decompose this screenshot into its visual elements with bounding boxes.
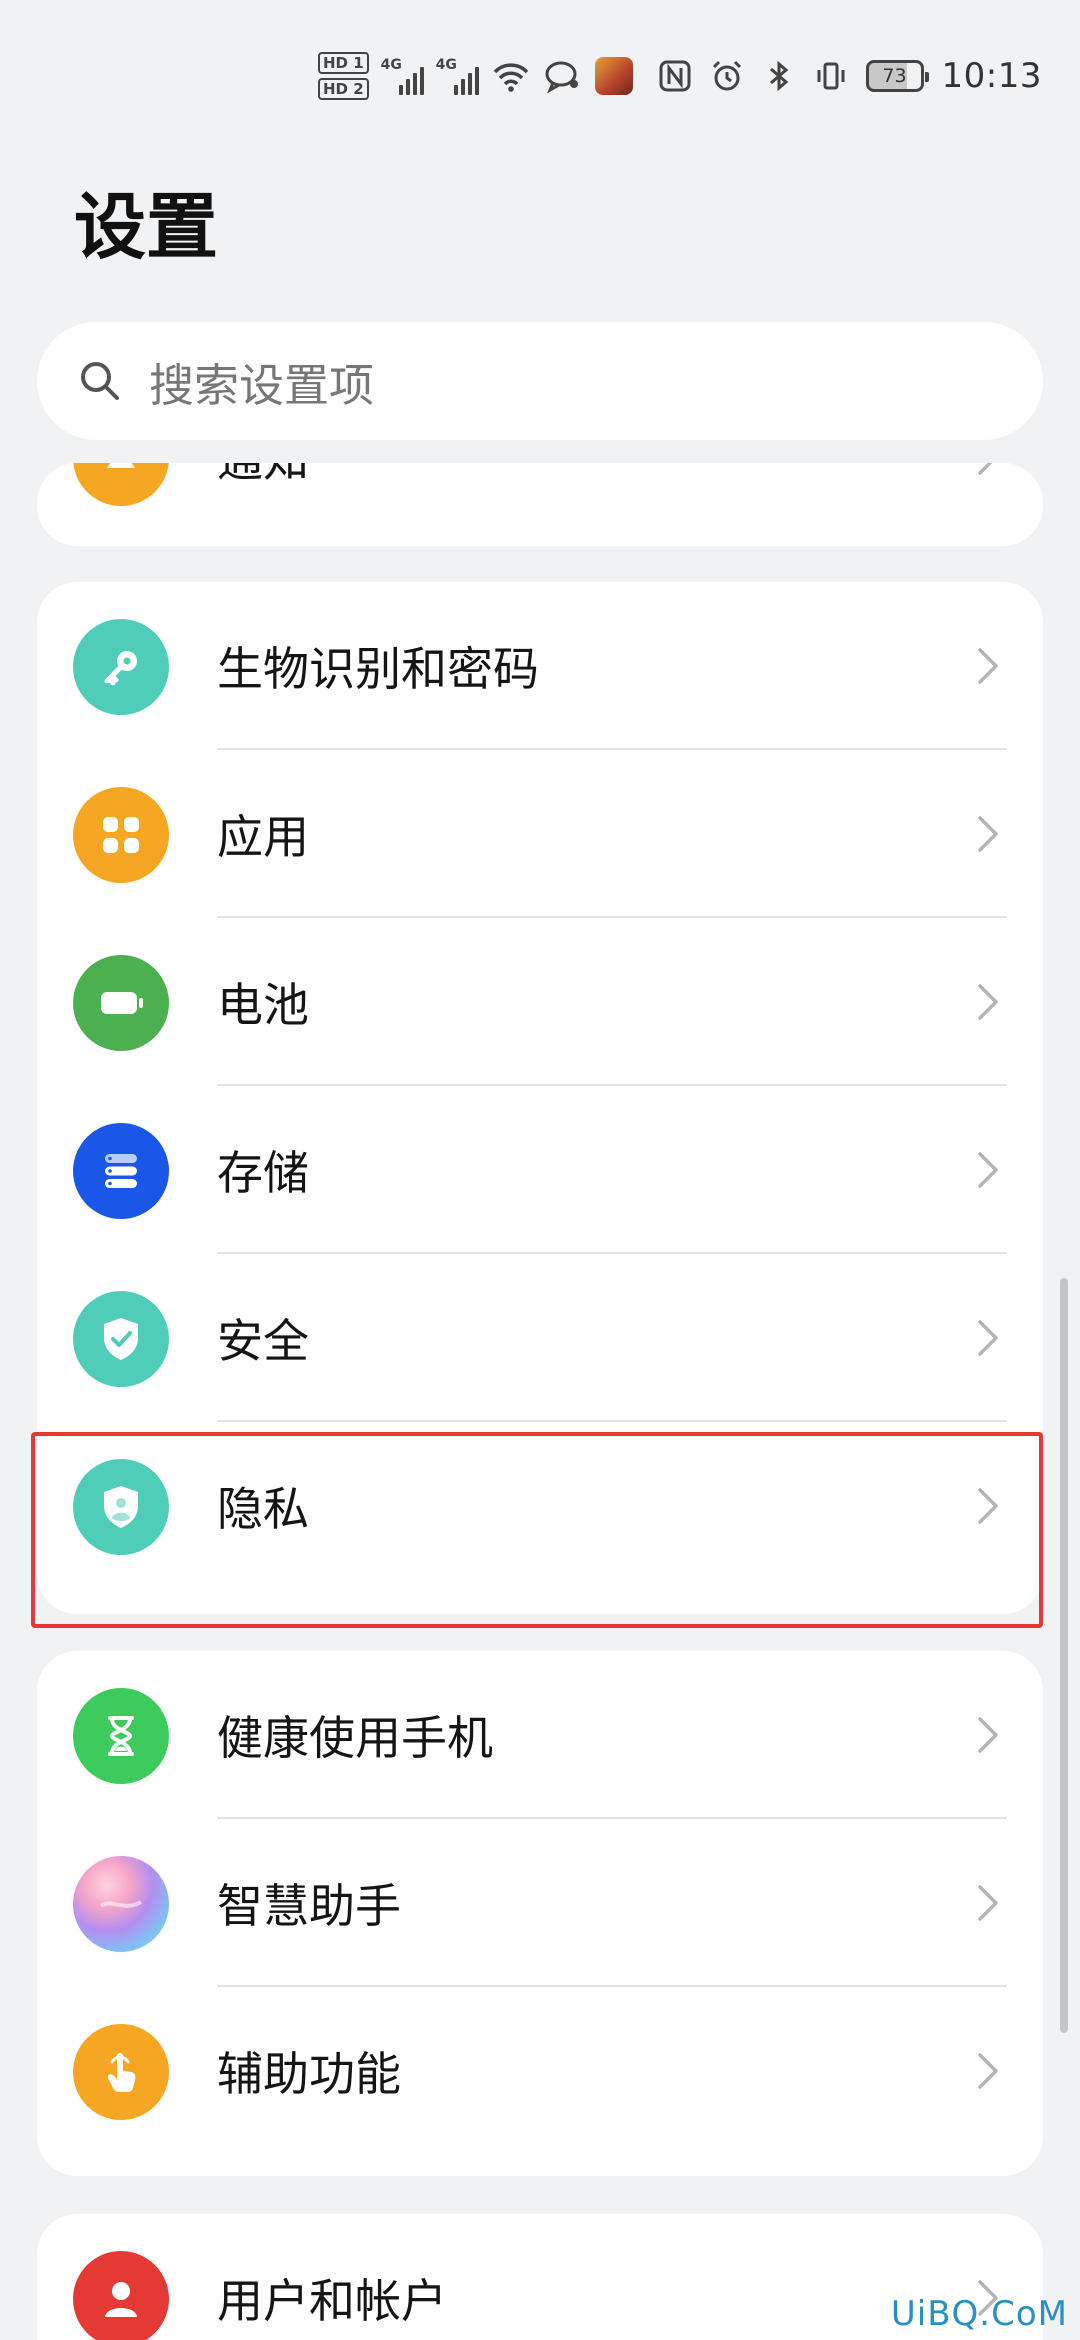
hd2-badge: HD 2 [318,78,369,100]
search-placeholder: 搜索设置项 [149,358,375,412]
battery-indicator: 73 [865,60,929,92]
chevron-right-icon [978,463,993,475]
settings-item-digital-balance[interactable]: 健康使用手机 [37,1651,1043,1819]
hd1-badge: HD 1 [318,52,369,74]
apps-grid-icon [73,787,169,883]
bluetooth-icon [769,60,788,92]
settings-card-partial: 通知 [37,463,1043,546]
wifi-icon [493,63,528,92]
settings-card-security: 生物识别和密码 应用 电池 存储 安全 隐私 [37,582,1043,1614]
chevron-right-icon [978,1885,998,1921]
network-type-1: 4G [380,57,402,73]
settings-item-label: 健康使用手机 [217,1711,493,1765]
settings-item-battery[interactable]: 电池 [37,918,1043,1086]
settings-item-label: 应用 [217,810,309,864]
page-title: 设置 [74,185,219,269]
privacy-shield-icon [73,1459,169,1555]
settings-item-label: 通知 [217,463,309,490]
settings-item-storage[interactable]: 存储 [37,1086,1043,1254]
network-type-2: 4G [435,57,457,73]
status-left: HD 1 HD 2 4G 4G [318,48,633,104]
settings-item-label: 安全 [217,1314,309,1368]
game-app-icon [594,57,633,95]
status-bar: HD 1 HD 2 4G 4G 73 10:13 [0,0,1080,150]
hourglass-icon [73,1688,169,1784]
battery-icon [73,955,169,1051]
message-icon [545,61,578,94]
key-icon [73,619,169,715]
alarm-icon [712,60,741,91]
signal-icon: 4G [381,57,424,95]
chevron-right-icon [978,1717,998,1753]
status-right: 73 10:13 [658,48,1042,104]
scrollbar[interactable] [1060,1278,1068,2033]
settings-item-label: 电池 [217,978,309,1032]
settings-item-label: 存储 [217,1146,309,1200]
vibrate-icon [817,62,845,90]
settings-item-label: 用户和帐户 [217,2274,447,2328]
settings-item-label: 智慧助手 [217,1879,401,1933]
settings-item-accessibility[interactable]: 辅助功能 [37,1987,1043,2155]
chevron-right-icon [978,1320,998,1356]
chevron-right-icon [978,2053,998,2089]
settings-item-biometrics[interactable]: 生物识别和密码 [37,582,1043,750]
settings-item-label: 生物识别和密码 [217,642,539,696]
chevron-right-icon [978,816,998,852]
chevron-right-icon [978,648,998,684]
hd-indicators: HD 1 HD 2 [318,52,369,100]
user-icon [73,2251,169,2340]
storage-icon [73,1123,169,1219]
settings-item-apps[interactable]: 应用 [37,750,1043,918]
clock: 10:13 [941,56,1042,96]
search-icon [81,362,119,400]
search-bar[interactable]: 搜索设置项 [37,322,1043,440]
settings-item-label: 辅助功能 [217,2047,401,2101]
settings-item-label: 隐私 [217,1482,309,1536]
settings-item-smart-assistant[interactable]: 智慧助手 [37,1819,1043,1987]
chevron-right-icon [978,984,998,1020]
shield-check-icon [73,1291,169,1387]
settings-item-security[interactable]: 安全 [37,1254,1043,1422]
battery-level: 73 [882,65,907,87]
assistant-orb-icon [73,1856,169,1952]
hand-icon [73,2024,169,2120]
bell-icon [73,463,169,506]
nfc-icon [659,60,691,92]
chevron-right-icon [978,1152,998,1188]
settings-item-notifications[interactable]: 通知 [37,463,1043,541]
watermark-text: UiBQ.CoM [890,2294,1068,2334]
settings-item-privacy[interactable]: 隐私 [37,1422,1043,1590]
chevron-right-icon [978,1488,998,1524]
settings-card-assist: 健康使用手机 智慧助手 辅助功能 [37,1651,1043,2176]
signal-icon: 4G [436,57,479,95]
